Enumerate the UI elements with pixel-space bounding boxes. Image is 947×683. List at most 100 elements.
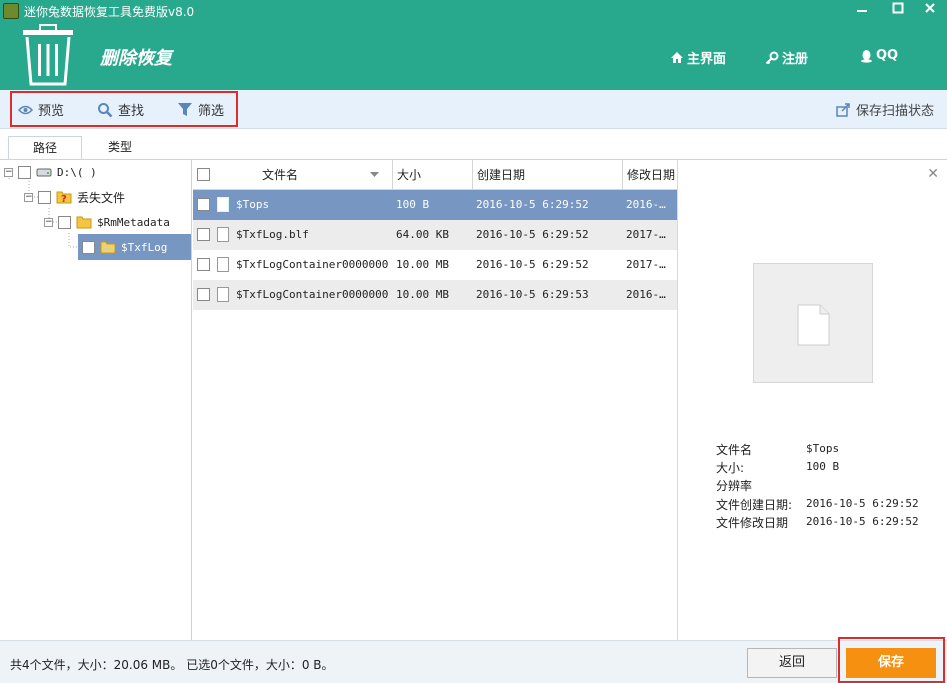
tree-node-drive[interactable]: − D:\( ) [4,161,97,183]
nav-qq-label: QQ [876,48,899,63]
tree-node-txflog[interactable]: $TxfLog [78,234,191,260]
save-scan-label: 保存扫描状态 [855,104,934,119]
table-row[interactable]: $TxfLogContainer0000000… 10.00 MB 2016-1… [193,280,677,310]
nav-home-label: 主界面 [687,52,727,67]
status-bar: 共4个文件，大小：20.06 MB。 已选0个文件，大小：0 B。 返回 保存 [0,637,947,683]
file-modified: 2017-… [626,258,666,271]
row-checkbox[interactable] [197,258,210,271]
tree-node-lost-files[interactable]: − ? 丢失文件 [24,186,125,208]
close-icon[interactable]: ✕ [927,166,939,182]
sort-arrow-icon [370,172,379,177]
file-modified: 2017-… [626,228,666,241]
preview-created-label: 文件创建日期: [716,498,793,512]
minimize-icon[interactable] [848,0,876,22]
file-list-header: 文件名 大小 创建日期 修改日期 [193,160,677,190]
table-row[interactable]: $TxfLog.blf 64.00 KB 2016-10-5 6:29:52 2… [193,220,677,250]
checkbox[interactable] [58,215,71,229]
qq-icon [861,49,872,63]
column-header-modified[interactable]: 修改日期 [623,160,677,190]
collapse-icon[interactable]: − [44,217,53,227]
file-name: $TxfLogContainer0000000… [236,258,388,271]
trash-icon [23,24,73,86]
row-checkbox[interactable] [197,288,210,301]
column-header-name[interactable]: 文件名 [193,160,393,190]
title-bar: 迷你兔数据恢复工具免费版v8.0 [0,0,947,22]
tree-lost-files-label: 丢失文件 [77,190,126,205]
folder-icon [76,216,92,229]
preview-modified-value: 2016-10-5 6:29:52 [806,515,919,528]
column-name-label: 文件名 [262,168,299,182]
preview-label: 预览 [38,104,65,119]
file-modified: 2016-… [626,288,666,301]
app-icon [3,3,19,19]
file-name: $TxfLog.blf [236,228,309,241]
nav-register[interactable]: 注册 [765,48,808,67]
preview-name-value: $Tops [806,442,840,455]
checkbox[interactable] [18,165,31,179]
preview-name-label: 文件名 [716,443,753,457]
key-icon [765,51,779,64]
file-icon [217,287,229,302]
preview-button[interactable]: 预览 [18,100,64,119]
file-size: 10.00 MB [396,288,449,301]
close-icon[interactable] [916,0,944,22]
tab-path[interactable]: 路径 [8,136,82,160]
maximize-icon[interactable] [884,0,912,22]
column-header-size[interactable]: 大小 [393,160,473,190]
nav-register-label: 注册 [782,52,809,67]
preview-created-value: 2016-10-5 6:29:52 [806,497,919,510]
tab-type[interactable]: 类型 [83,136,157,160]
folder-icon [100,241,116,254]
toolbar: 预览 查找 筛选 保存扫描状态 [0,90,947,129]
nav-qq[interactable]: QQ [860,48,898,63]
save-button[interactable]: 保存 [846,648,936,678]
preview-modified-label: 文件修改日期 [716,516,789,530]
file-icon [797,304,830,346]
file-size: 10.00 MB [396,258,449,271]
drive-icon [36,168,52,177]
file-created: 2016-10-5 6:29:52 [476,198,589,211]
collapse-icon[interactable]: − [4,167,13,177]
tree-node-rmmetadata[interactable]: − $RmMetadata [44,211,170,233]
file-name: $Tops [236,198,270,211]
view-tabs: 路径 类型 [0,130,947,160]
save-scan-state-button[interactable]: 保存扫描状态 [836,100,934,119]
tree-rmmetadata-label: $RmMetadata [97,215,170,229]
checkbox[interactable] [82,240,95,254]
collapse-icon[interactable]: − [24,192,33,202]
table-row[interactable]: $TxfLogContainer0000000… 10.00 MB 2016-1… [193,250,677,280]
file-created: 2016-10-5 6:29:53 [476,288,589,301]
svg-text:?: ? [61,194,67,205]
search-icon [98,102,113,117]
row-checkbox[interactable] [197,198,210,211]
filter-label: 筛选 [198,104,225,119]
select-all-checkbox[interactable] [197,168,210,181]
nav-home[interactable]: 主界面 [670,48,726,67]
export-icon [836,102,850,117]
file-list: 文件名 大小 创建日期 修改日期 $Tops 100 B 2016-10-5 6… [193,160,677,640]
lost-folder-icon: ? [56,191,72,205]
app-header: 迷你兔数据恢复工具免费版v8.0 删除恢复 主界面 注册 QQ [0,0,947,90]
tree-txflog-label: $TxfLog [121,240,168,254]
status-text: 共4个文件，大小：20.06 MB。 已选0个文件，大小：0 B。 [10,658,334,672]
home-icon [671,52,683,63]
filter-button[interactable]: 筛选 [177,100,224,119]
file-icon [217,227,229,242]
column-header-created[interactable]: 创建日期 [473,160,623,190]
preview-size-label: 大小: [716,461,745,475]
file-name: $TxfLogContainer0000000… [236,288,388,301]
file-icon [217,197,229,212]
filter-icon [178,103,192,116]
preview-thumbnail [753,263,873,383]
table-row[interactable]: $Tops 100 B 2016-10-5 6:29:52 2016-… [193,190,677,220]
checkbox[interactable] [38,190,51,204]
file-size: 100 B [396,198,430,211]
tree-drive-label: D:\( ) [57,165,97,179]
find-button[interactable]: 查找 [97,100,144,119]
find-label: 查找 [118,104,145,119]
preview-resolution-label: 分辨率 [716,479,753,493]
back-button[interactable]: 返回 [747,648,837,678]
file-icon [217,257,229,272]
eye-icon [18,105,33,114]
row-checkbox[interactable] [197,228,210,241]
